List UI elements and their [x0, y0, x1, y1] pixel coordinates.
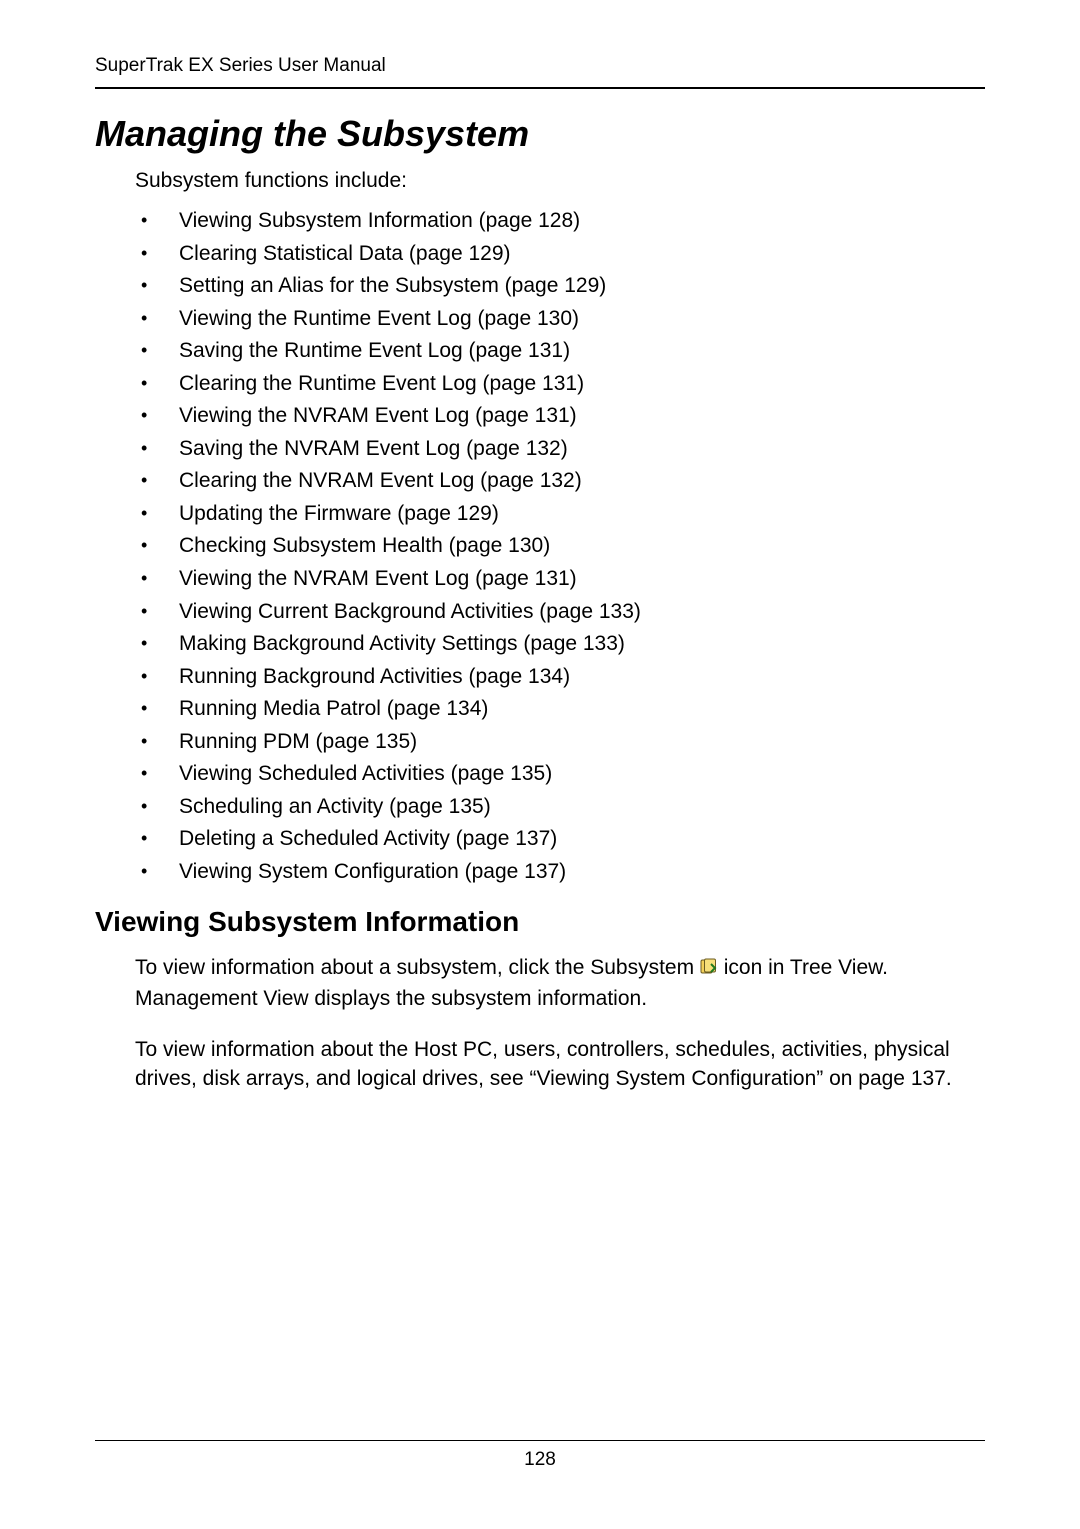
list-item: Making Background Activity Settings (pag… [135, 628, 985, 661]
page-number: 128 [95, 1449, 985, 1471]
list-item: Clearing the Runtime Event Log (page 131… [135, 368, 985, 401]
list-item: Viewing Current Background Activities (p… [135, 596, 985, 629]
list-item: Viewing the NVRAM Event Log (page 131) [135, 400, 985, 433]
header-rule [95, 87, 985, 89]
list-item: Saving the NVRAM Event Log (page 132) [135, 433, 985, 466]
subsystem-icon [700, 956, 718, 985]
list-item: Deleting a Scheduled Activity (page 137) [135, 823, 985, 856]
footer-rule [95, 1440, 985, 1441]
page-title: Managing the Subsystem [95, 113, 985, 155]
page-container: SuperTrak EX Series User Manual Managing… [0, 0, 1080, 1529]
para1-pre: To view information about a subsystem, c… [135, 956, 700, 979]
list-item: Viewing Scheduled Activities (page 135) [135, 758, 985, 791]
list-item: Viewing the Runtime Event Log (page 130) [135, 303, 985, 336]
running-header: SuperTrak EX Series User Manual [95, 55, 985, 77]
list-item: Updating the Firmware (page 129) [135, 498, 985, 531]
list-item: Saving the Runtime Event Log (page 131) [135, 335, 985, 368]
section-heading: Viewing Subsystem Information [95, 906, 985, 938]
list-item: Checking Subsystem Health (page 130) [135, 530, 985, 563]
paragraph-1: To view information about a subsystem, c… [135, 954, 985, 1014]
list-item: Running Background Activities (page 134) [135, 661, 985, 694]
list-item: Viewing System Configuration (page 137) [135, 856, 985, 889]
list-item: Running PDM (page 135) [135, 726, 985, 759]
footer: 128 [95, 1440, 985, 1471]
list-item: Viewing Subsystem Information (page 128) [135, 205, 985, 238]
list-item: Clearing the NVRAM Event Log (page 132) [135, 465, 985, 498]
intro-text: Subsystem functions include: [135, 169, 985, 193]
toc-list: Viewing Subsystem Information (page 128)… [135, 205, 985, 888]
list-item: Running Media Patrol (page 134) [135, 693, 985, 726]
list-item: Clearing Statistical Data (page 129) [135, 238, 985, 271]
list-item: Viewing the NVRAM Event Log (page 131) [135, 563, 985, 596]
paragraph-2: To view information about the Host PC, u… [135, 1036, 985, 1094]
list-item: Scheduling an Activity (page 135) [135, 791, 985, 824]
list-item: Setting an Alias for the Subsystem (page… [135, 270, 985, 303]
